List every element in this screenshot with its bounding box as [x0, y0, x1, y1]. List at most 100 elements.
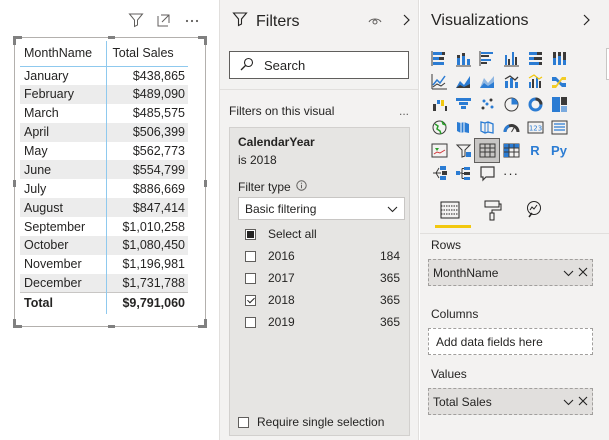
values-field-pill[interactable]: Total Sales — [428, 388, 593, 415]
more-visuals-icon[interactable]: ··· — [499, 162, 523, 185]
python-visual-icon[interactable]: Py — [547, 139, 571, 162]
eye-icon[interactable] — [368, 15, 382, 30]
column-header-monthname[interactable]: MonthName — [20, 41, 106, 67]
kpi-icon[interactable] — [427, 139, 451, 162]
filter-option-2018[interactable]: 2018 365 — [245, 293, 400, 307]
chevron-down-icon[interactable] — [563, 395, 574, 409]
sales-cell: $485,575 — [105, 103, 188, 123]
resize-handle[interactable] — [198, 36, 207, 45]
line-and-clustered-column-icon[interactable] — [523, 70, 547, 93]
select-all-checkbox[interactable] — [245, 228, 256, 240]
more-options-icon[interactable]: ... — [399, 104, 409, 118]
clustered-column-chart-icon[interactable] — [499, 47, 523, 70]
checkbox-2016[interactable] — [245, 250, 256, 262]
month-cell: October — [20, 236, 106, 255]
columns-drop-zone[interactable]: Add data fields here — [428, 328, 593, 355]
resize-handle[interactable] — [198, 319, 207, 328]
slicer-icon[interactable] — [451, 139, 475, 162]
donut-chart-icon[interactable] — [523, 93, 547, 116]
chevron-down-icon[interactable] — [563, 266, 574, 280]
funnel-icon[interactable] — [451, 93, 475, 116]
filter-card-field[interactable]: CalendarYear — [238, 135, 315, 149]
filters-on-visual-label: Filters on this visual — [229, 104, 335, 118]
stacked-column-chart-icon[interactable] — [451, 47, 475, 70]
shape-map-icon[interactable] — [475, 116, 499, 139]
fields-icon[interactable] — [439, 199, 461, 221]
table-row[interactable]: November $1,196,981 — [20, 254, 188, 274]
more-options-icon[interactable] — [184, 12, 200, 28]
pie-chart-icon[interactable] — [499, 93, 523, 116]
filter-icon[interactable] — [128, 12, 144, 28]
sales-cell: $886,669 — [105, 179, 188, 199]
matrix-icon[interactable] — [499, 139, 523, 162]
line-chart-icon[interactable] — [427, 70, 451, 93]
100-stacked-bar-chart-icon[interactable] — [523, 47, 547, 70]
treemap-icon[interactable] — [547, 93, 571, 116]
table-row[interactable]: March $485,575 — [20, 103, 188, 123]
resize-handle[interactable] — [108, 36, 115, 39]
resize-handle[interactable] — [13, 319, 22, 328]
table-icon[interactable] — [474, 138, 500, 163]
line-and-stacked-column-icon[interactable] — [499, 70, 523, 93]
stacked-bar-chart-icon[interactable] — [427, 47, 451, 70]
waterfall-chart-icon[interactable] — [427, 93, 451, 116]
collapse-visualizations-chevron-icon[interactable] — [581, 14, 591, 29]
select-all-option[interactable]: Select all — [245, 227, 400, 241]
area-chart-icon[interactable] — [451, 70, 475, 93]
table-row[interactable]: February $489,090 — [20, 84, 188, 104]
checkbox-2019[interactable] — [245, 316, 256, 328]
resize-handle[interactable] — [108, 325, 115, 328]
remove-field-close-icon[interactable] — [578, 395, 588, 409]
filter-card-calendaryear[interactable]: CalendarYear is 2018 Filter type Basic f… — [229, 127, 410, 436]
gauge-icon[interactable] — [499, 116, 523, 139]
resize-handle[interactable] — [13, 180, 16, 187]
rows-field-pill[interactable]: MonthName — [428, 259, 593, 286]
table-row[interactable]: July $886,669 — [20, 179, 188, 199]
card-icon[interactable]: 123 — [523, 116, 547, 139]
filter-card-summary: is 2018 — [238, 153, 277, 167]
info-icon[interactable] — [295, 180, 307, 194]
checkbox-2018[interactable] — [245, 294, 256, 306]
resize-handle[interactable] — [204, 180, 207, 187]
collapse-filters-chevron-icon[interactable] — [401, 14, 411, 29]
qa-icon[interactable] — [475, 162, 499, 185]
table-row[interactable]: January $438,865 — [20, 66, 188, 85]
analytics-magnifier-icon[interactable] — [523, 199, 545, 221]
table-row[interactable]: September $1,010,258 — [20, 217, 188, 237]
table-row[interactable]: August $847,414 — [20, 198, 188, 218]
key-influencers-icon[interactable] — [427, 162, 451, 185]
r-visual-icon[interactable]: R — [523, 139, 547, 162]
scatter-chart-icon[interactable] — [475, 93, 499, 116]
table-row[interactable]: April $506,399 — [20, 122, 188, 142]
require-single-checkbox[interactable] — [238, 416, 249, 428]
checkbox-2017[interactable] — [245, 272, 256, 284]
filter-option-2019[interactable]: 2019 365 — [245, 315, 400, 329]
map-icon[interactable] — [427, 116, 451, 139]
table-row[interactable]: October $1,080,450 — [20, 236, 188, 255]
ribbon-chart-icon[interactable] — [547, 70, 571, 93]
require-single-label: Require single selection — [257, 415, 385, 429]
filter-type-dropdown[interactable]: Basic filtering — [238, 197, 405, 220]
table-row[interactable]: June $554,799 — [20, 160, 188, 180]
month-cell: January — [24, 68, 69, 83]
focus-mode-icon[interactable] — [156, 12, 172, 28]
column-header-total-sales[interactable]: Total Sales — [105, 41, 188, 67]
filter-option-2017[interactable]: 2017 365 — [245, 271, 400, 285]
table-visual[interactable]: MonthName Total Sales January $438,865 Fe… — [13, 36, 207, 328]
stacked-area-chart-icon[interactable] — [475, 70, 499, 93]
filter-search-input[interactable]: Search — [229, 51, 409, 79]
table-row[interactable]: May $562,773 — [20, 141, 188, 161]
multi-row-card-icon[interactable] — [547, 116, 571, 139]
filter-option-2016[interactable]: 2016 184 — [245, 249, 400, 263]
format-paint-roller-icon[interactable] — [481, 199, 503, 221]
month-cell: June — [20, 160, 106, 180]
option-label: 2018 — [268, 293, 295, 307]
100-stacked-column-chart-icon[interactable] — [547, 47, 571, 70]
svg-text:123: 123 — [528, 125, 541, 133]
clustered-bar-chart-icon[interactable] — [475, 47, 499, 70]
decomposition-tree-icon[interactable] — [451, 162, 475, 185]
remove-field-close-icon[interactable] — [578, 266, 588, 280]
filled-map-icon[interactable] — [451, 116, 475, 139]
table-row[interactable]: December $1,731,788 — [20, 273, 188, 293]
require-single-selection[interactable]: Require single selection — [238, 415, 384, 429]
